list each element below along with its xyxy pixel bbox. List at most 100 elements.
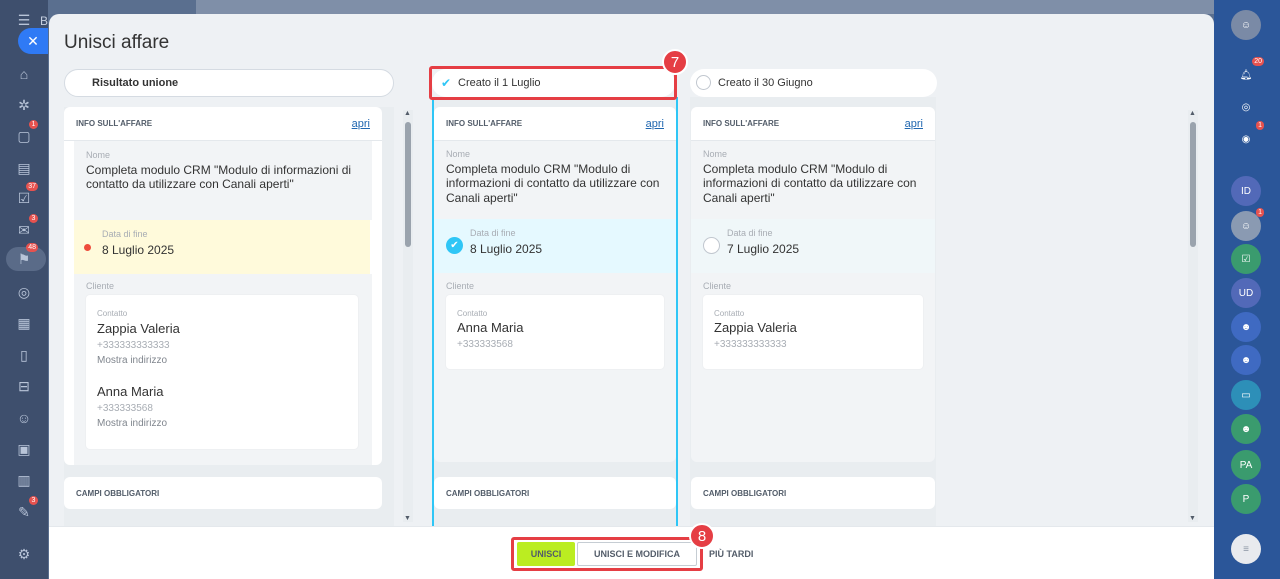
contact-name[interactable]: Zappia Valeria — [97, 321, 180, 337]
required-fields-card: CAMPI OBBLIGATORI — [691, 477, 935, 509]
board-icon[interactable]: ▣ — [12, 437, 36, 461]
contact-phone: +333333568 — [457, 339, 513, 350]
chat-icon[interactable]: ▢ 1 — [12, 120, 38, 148]
contact-badge: 1 — [1256, 208, 1264, 217]
crm-icon[interactable]: ⚑ 48 — [12, 243, 38, 271]
collab-icon[interactable]: ✲ — [12, 93, 36, 117]
close-button[interactable]: ✕ — [18, 28, 48, 54]
home-icon[interactable]: ⌂ — [12, 62, 36, 86]
avatar-ud[interactable]: UD — [1231, 278, 1261, 308]
docs-icon[interactable]: ▯ — [12, 343, 36, 367]
step-7-badge: 7 — [662, 49, 688, 75]
left-sidebar: ☰ ⌂ ✲ ▢ 1 ▤ ☑ 37 ✉ 3 ⚑ 48 ◎ ▦ ▯ ⊟ ☺ ▣ ▥ ✎ 3 ⚙… — [0, 0, 48, 579]
scroll-down-icon[interactable]: ▼ — [1189, 515, 1196, 522]
required-fields-title: CAMPI OBBLIGATORI — [76, 489, 160, 498]
required-fields-card: CAMPI OBBLIGATORI — [64, 477, 382, 509]
forms-badge: 3 — [29, 496, 38, 505]
client-label: Cliente — [86, 281, 115, 291]
open-link[interactable]: apri — [352, 118, 370, 130]
chat-badge: 1 — [29, 120, 38, 129]
later-button[interactable]: PIÙ TARDI — [709, 542, 753, 566]
calendar-icon[interactable]: ▦ — [12, 311, 36, 335]
card-header: INFO SULL'AFFARE apri — [691, 107, 935, 141]
page-title: Unisci affare — [64, 32, 170, 53]
show-address-link[interactable]: Mostra indirizzo — [97, 355, 167, 366]
open-channel-icon[interactable]: ▭ — [1231, 380, 1261, 410]
group-chat-icon-3[interactable]: ☻ — [1231, 414, 1261, 444]
contact-name[interactable]: Zappia Valeria — [714, 320, 797, 336]
required-dot-icon — [84, 244, 91, 251]
settings-icon[interactable]: ⚙ — [12, 542, 36, 566]
tasks-badge: 37 — [26, 182, 38, 191]
date-block: Data di fine 8 Luglio 2025 — [74, 220, 370, 274]
selected-check-icon[interactable]: ✔ — [446, 237, 463, 254]
source-2-label: Creato il 30 Giugno — [718, 77, 813, 89]
tasks-icon[interactable]: ☑ 37 — [12, 182, 38, 210]
scroll-up-icon[interactable]: ▲ — [404, 110, 411, 117]
date-label: Data di fine — [102, 229, 148, 239]
more-chats-icon[interactable]: ≡ — [1231, 534, 1261, 564]
required-fields-card: CAMPI OBBLIGATORI — [434, 477, 676, 509]
client-label: Cliente — [446, 281, 475, 291]
user-avatar[interactable]: ☺ — [1231, 10, 1261, 40]
scroll-thumb[interactable] — [405, 122, 411, 247]
contact-avatar-icon[interactable]: ☺ 1 — [1231, 208, 1264, 241]
name-value: Completa modulo CRM "Modulo di informazi… — [86, 163, 352, 192]
date-block[interactable]: Data di fine 7 Luglio 2025 — [691, 219, 935, 273]
result-header-label: Risultato unione — [92, 77, 179, 89]
date-value: 7 Luglio 2025 — [727, 242, 800, 256]
scroll-thumb[interactable] — [1190, 122, 1196, 247]
scroll-up-icon[interactable]: ▲ — [1189, 110, 1196, 117]
crm-badge: 48 — [26, 243, 38, 252]
drive-icon[interactable]: ⊟ — [12, 374, 36, 398]
avatar-pa[interactable]: PA — [1231, 450, 1261, 480]
client-card: Contatto Zappia Valeria +333333333333 — [703, 295, 923, 369]
scroll-down-icon[interactable]: ▼ — [404, 515, 411, 522]
show-address-link[interactable]: Mostra indirizzo — [97, 418, 167, 429]
group-chat-icon-2[interactable]: ☻ — [1231, 345, 1261, 375]
nav-letter: B — [40, 14, 49, 28]
avatar-p[interactable]: P — [1231, 484, 1261, 514]
contact-phone: +333333333333 — [97, 340, 170, 351]
workflow-icon[interactable]: ✉ 3 — [12, 214, 38, 242]
notifications-icon[interactable]: 🔔︎ 20 — [1231, 57, 1264, 90]
messenger-icon[interactable]: ◉ 1 — [1231, 121, 1264, 154]
contact-phone: +333333333333 — [714, 339, 787, 350]
radio-icon[interactable] — [696, 75, 711, 90]
card-header: INFO SULL'AFFARE apri — [64, 107, 382, 141]
card-header: INFO SULL'AFFARE apri — [434, 107, 676, 141]
planner-icon[interactable]: ▥ — [12, 468, 36, 492]
step-7-highlight — [429, 66, 677, 100]
step-8-highlight — [511, 537, 703, 571]
open-link[interactable]: apri — [646, 118, 664, 130]
modal-footer: UNISCI UNISCI E MODIFICA PIÙ TARDI 8 — [49, 523, 1214, 579]
scrollbar-right[interactable]: ▲ ▼ — [1188, 110, 1198, 522]
messenger-badge: 1 — [1256, 121, 1264, 130]
contact-name[interactable]: Anna Maria — [97, 384, 163, 400]
radio-icon[interactable] — [703, 237, 720, 254]
step-8-number: 8 — [697, 527, 707, 545]
task-chat-icon[interactable]: ☑ — [1231, 244, 1261, 274]
card-title: INFO SULL'AFFARE — [703, 119, 780, 128]
group-chat-icon[interactable]: ☻ — [1231, 312, 1261, 342]
sites-icon[interactable]: ◎ — [12, 280, 36, 304]
copilot-icon[interactable]: ◎ — [1231, 92, 1261, 122]
date-block[interactable]: ✔ Data di fine 8 Luglio 2025 — [434, 219, 676, 273]
avatar-id[interactable]: ID — [1231, 176, 1261, 206]
avatar-id-label: ID — [1241, 185, 1251, 197]
open-link[interactable]: apri — [905, 118, 923, 130]
right-sidebar: ☺ 🔔︎ 20 ◎ ◉ 1 ID ☺ 1 ☑ UD ☻ ☻ ▭ ☻ PA P ≡ — [1214, 0, 1280, 579]
name-value: Completa modulo CRM "Modulo di informazi… — [703, 162, 917, 205]
info-card: INFO SULL'AFFARE apri Nome Completa modu… — [64, 107, 382, 465]
feed-icon[interactable]: ▤ — [12, 156, 36, 180]
workflow-badge: 3 — [29, 214, 38, 223]
name-label: Nome — [446, 149, 471, 159]
groups-icon[interactable]: ☺ — [12, 406, 36, 430]
step-7-number: 7 — [670, 53, 680, 71]
contact-name[interactable]: Anna Maria — [457, 320, 523, 336]
scrollbar-left[interactable]: ▲ ▼ — [403, 110, 413, 522]
source-column-2-header[interactable]: Creato il 30 Giugno — [690, 69, 937, 97]
required-fields-title: CAMPI OBBLIGATORI — [703, 489, 787, 498]
forms-icon[interactable]: ✎ 3 — [12, 496, 38, 524]
contact-label: Contatto — [457, 309, 488, 318]
